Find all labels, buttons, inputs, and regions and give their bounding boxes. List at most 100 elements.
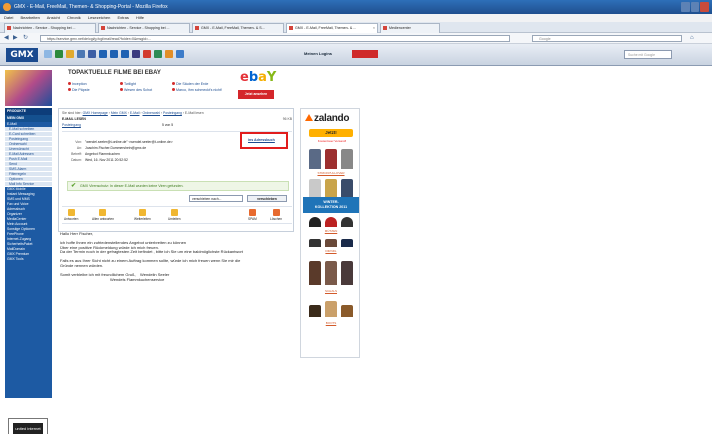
menu-lesezeichen[interactable]: Lesezeichen [88, 15, 110, 20]
ad-link-6[interactable]: Marco, ihm schmeckt's nicht! [172, 88, 222, 92]
breadcrumb-item[interactable]: Mein GMX [111, 111, 127, 115]
forward-label: Weiterleiten [134, 217, 151, 221]
window-controls[interactable] [681, 2, 710, 12]
zalando-cta-button[interactable]: Jetzt! [309, 129, 353, 137]
tab-label: GMX - E-Mail, FreeMail, Themen- & S... [201, 26, 265, 30]
browser-search-input[interactable]: Google [532, 35, 682, 42]
menu-extras[interactable]: Extras [117, 15, 128, 20]
ad-link-3[interactable]: Die Säulen der Erde [172, 82, 208, 86]
subject-line: Betreff: Angebot Flammkuchen [70, 152, 120, 156]
toolbar-calendar-icon[interactable] [99, 50, 107, 58]
toolbar-sms-icon[interactable] [55, 50, 63, 58]
shoes-images [309, 235, 353, 247]
toolbar-photo-icon[interactable] [121, 50, 129, 58]
reply-all-button[interactable]: Allen antworten [92, 209, 114, 221]
mail-size: 96 KB [282, 117, 292, 121]
tab-1[interactable]: Nachrichten - Service - Shopping bei ... [4, 23, 96, 33]
toolbar-chat-icon[interactable] [88, 50, 96, 58]
home-icon[interactable]: ⌂ [690, 35, 694, 42]
ad-link-4[interactable]: Die Päpste [68, 88, 90, 92]
minimize-button[interactable] [681, 2, 690, 12]
to-label: An: [76, 146, 82, 150]
reply-button[interactable]: Antworten [64, 209, 78, 221]
breadcrumb-item[interactable]: Posteingang [163, 111, 182, 115]
menu-ansicht[interactable]: Ansicht [47, 15, 60, 20]
section-title: E-MAIL LESEN [62, 117, 86, 121]
sidebar-head-products[interactable]: PRODUKTE [5, 108, 52, 115]
breadcrumb-item[interactable]: E-Mail [130, 111, 140, 115]
logout-link[interactable]: Meinen Logins [304, 51, 332, 56]
sidebar-head-mygmx[interactable]: MEIN GMX [5, 115, 52, 122]
sidebar-item[interactable]: GMX Tools [5, 257, 52, 262]
sweater-images-2 [309, 175, 353, 197]
add-to-addressbook-link[interactable]: ins Adressbuch [248, 138, 275, 142]
united-internet-label: united internet [13, 423, 43, 434]
gmx-logo[interactable]: GMX [6, 48, 38, 62]
toolbar-news-icon[interactable] [143, 50, 151, 58]
tab-2[interactable]: Nachrichten - Service - Shopping bei ... [98, 23, 190, 33]
ad-title: TOPAKTUELLE FILME BEI EBAY [68, 70, 161, 76]
toolbar-media-icon[interactable] [110, 50, 118, 58]
spam-label: SPAM [248, 217, 257, 221]
trash-icon [272, 209, 280, 216]
toolbar-weather-icon[interactable] [154, 50, 162, 58]
tab-4[interactable]: GMX - E-Mail, FreeMail, Themen- & ... × [286, 23, 378, 33]
tab-5[interactable]: Mediencenter [380, 23, 440, 33]
toolbar-settings-icon[interactable] [176, 50, 184, 58]
tab-label: GMX - E-Mail, FreeMail, Themen- & ... [295, 26, 357, 30]
ebay-button[interactable]: Jetzt ansehen [238, 90, 274, 99]
to-line: An: Joachim.Fischer.Dummershein@gmx.de [70, 146, 146, 150]
tab-label: Nachrichten - Service - Shopping bei ... [107, 26, 170, 30]
ebay-ad: TOPAKTUELLE FILME BEI EBAY Inception Twi… [60, 68, 302, 106]
toolbar-games-icon[interactable] [132, 50, 140, 58]
zalando-label-dirndl[interactable]: DIRNDL [305, 249, 357, 253]
toolbar-contacts-icon[interactable] [77, 50, 85, 58]
folder-link[interactable]: Posteingang [62, 123, 81, 127]
breadcrumb-item[interactable]: Ordnerwahl [143, 111, 161, 115]
left-banner-image[interactable] [5, 70, 52, 106]
ad-link-2[interactable]: Twilight [120, 82, 136, 86]
zalando-ad[interactable]: zalando Jetzt! Kostenloser Versand! STRI… [300, 108, 360, 358]
delete-button[interactable]: Löschen [270, 209, 282, 221]
to-value: Joachim.Fischer.Dummershein@gmx.de [85, 146, 147, 150]
winter-line-2: KOLLEKTION 2011 [314, 205, 348, 209]
close-button[interactable] [700, 2, 710, 12]
zalando-label-hats[interactable]: MÜTZEN [305, 229, 357, 233]
tab-favicon [383, 26, 387, 30]
mail-body: Hallo Herr Fischer, ich hoffe Ihnen ein z… [60, 231, 294, 298]
toolbar-fax-icon[interactable] [66, 50, 74, 58]
toolbar-promo-icon[interactable] [352, 50, 378, 58]
gmx-search-input[interactable]: Suche mit Google [624, 50, 672, 59]
menu-hilfe[interactable]: Hilfe [136, 15, 144, 20]
reply-all-icon [99, 209, 107, 216]
move-folder-select[interactable]: verschieben nach... [189, 195, 243, 202]
gmx-toolbar: GMX Meinen Logins Suche mit Google [0, 44, 712, 66]
menu-bearbeiten[interactable]: Bearbeiten [20, 15, 39, 20]
ad-link-5[interactable]: Wesen des Schot [120, 88, 152, 92]
forward-button[interactable]: Weiterleiten [134, 209, 151, 221]
redirect-label: Umleiten [168, 217, 181, 221]
redirect-button[interactable]: Umleiten [168, 209, 181, 221]
zalando-label-scarves[interactable]: SCHALS [305, 289, 357, 293]
ad-link-1[interactable]: Inception [68, 82, 87, 86]
date-line: Datum: Wed, 16. Nov 2011 20:52:52 [70, 158, 128, 162]
menu-chronik[interactable]: Chronik [67, 15, 81, 20]
virus-check-text: GMX Virenschutz: In dieser E-Mail wurden… [80, 184, 184, 188]
move-button[interactable]: verschieben [247, 195, 287, 202]
url-bar[interactable]: https://service.gmx.net/de/cgi/g.fcgi/ma… [40, 35, 510, 42]
zalando-label-boots[interactable]: BOOTS [305, 321, 357, 325]
breadcrumb-item[interactable]: GMX Homepage [83, 111, 108, 115]
addressbook-highlight[interactable]: ins Adressbuch [240, 132, 288, 149]
menu-datei[interactable]: Datei [4, 15, 13, 20]
winter-collection-banner[interactable]: WINTER- KOLLEKTION 2011 [303, 197, 359, 213]
reload-icon[interactable]: ↻ [23, 35, 28, 42]
tab-close-icon[interactable]: × [373, 24, 375, 33]
back-icon[interactable]: ◀ [4, 35, 9, 42]
spam-button[interactable]: SPAM [248, 209, 257, 221]
toolbar-mail-icon[interactable] [44, 50, 52, 58]
tab-3[interactable]: GMX - E-Mail, FreeMail, Themen- & S... [192, 23, 284, 33]
tab-label: Mediencenter [389, 26, 411, 30]
maximize-button[interactable] [690, 2, 700, 12]
forward-icon[interactable]: ▶ [13, 35, 18, 42]
toolbar-shop-icon[interactable] [165, 50, 173, 58]
